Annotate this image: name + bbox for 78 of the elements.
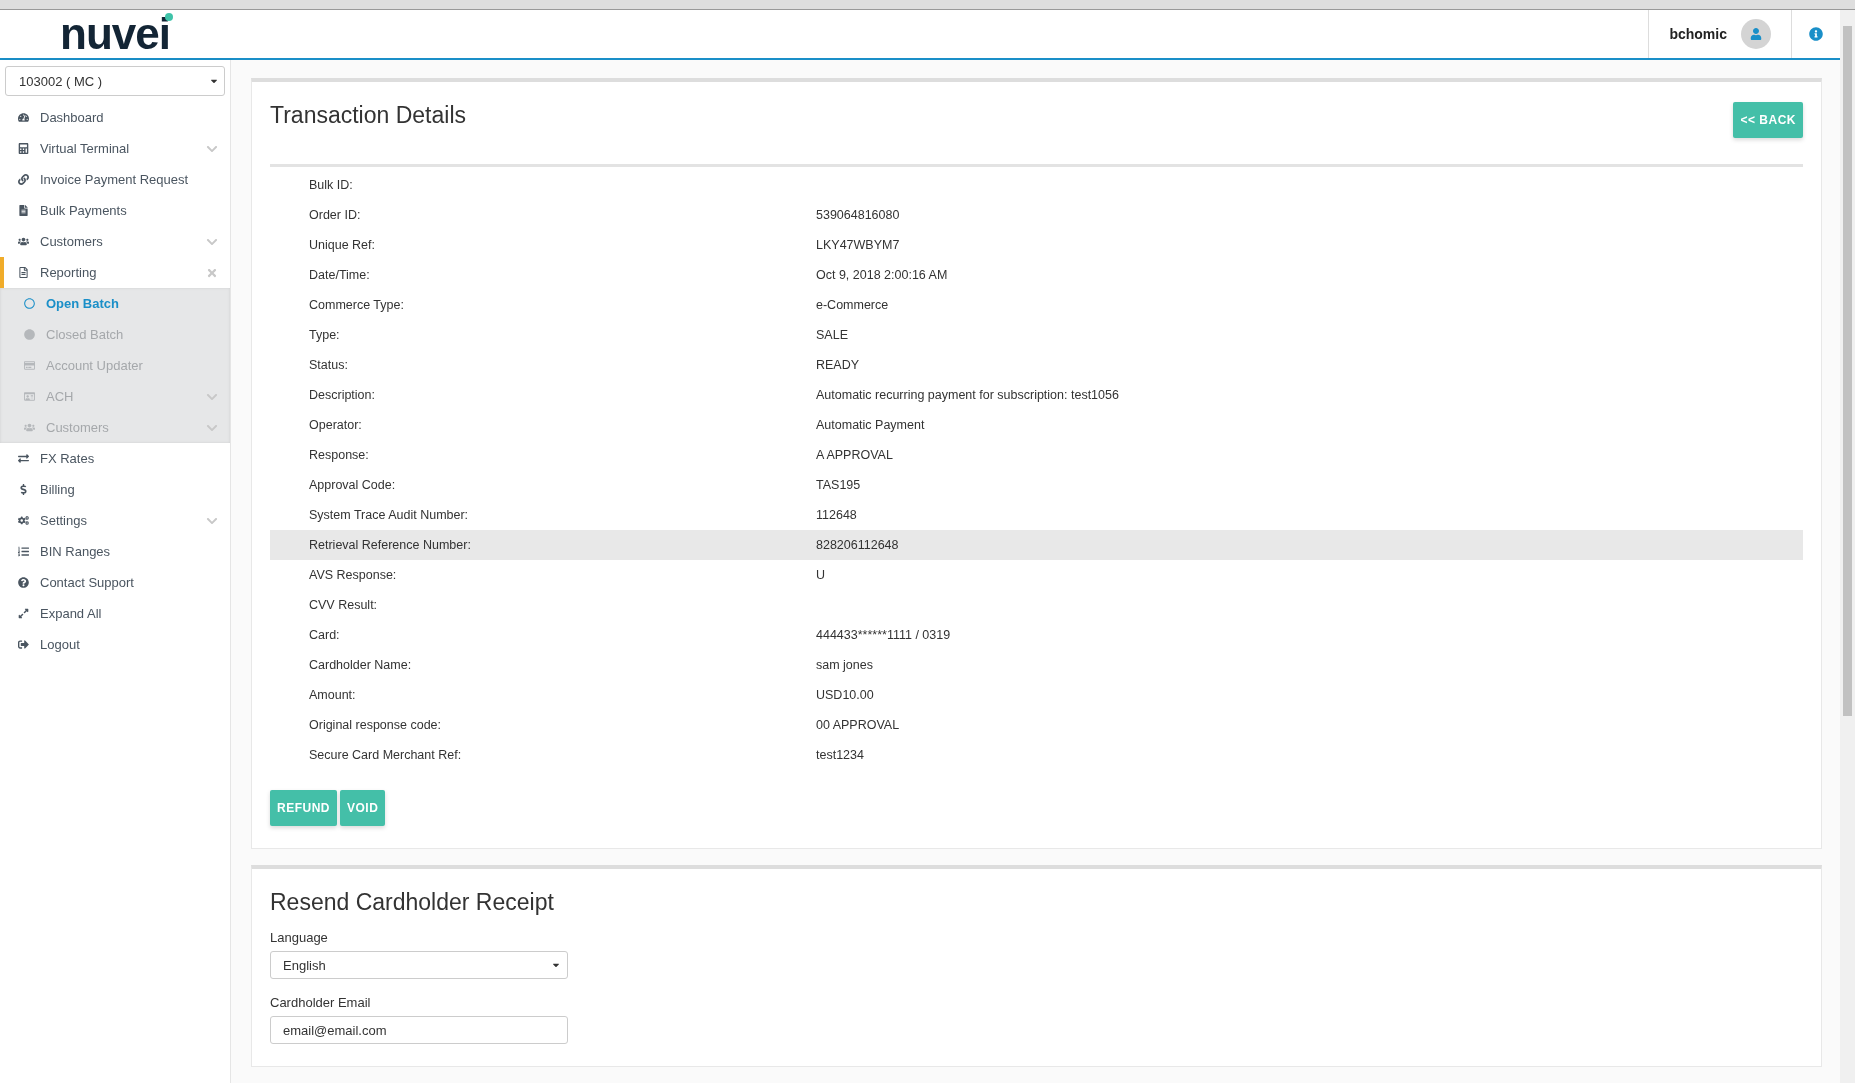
field-value: Automatic Payment: [816, 418, 925, 432]
email-field[interactable]: email@email.com: [270, 1016, 568, 1044]
field-label: Amount:: [308, 688, 357, 702]
field-value: e-Commerce: [816, 298, 889, 312]
list-icon: [16, 546, 30, 557]
info-icon[interactable]: [1809, 27, 1823, 41]
gears-icon: [16, 515, 30, 526]
field-value: 00 APPROVAL: [816, 718, 900, 732]
field-label: Approval Code:: [308, 478, 397, 492]
sidebar-item[interactable]: BIN Ranges: [0, 536, 230, 567]
field-value: 828206112648: [816, 538, 899, 552]
field-value: Automatic recurring payment for subscription: test1056: [816, 388, 1119, 402]
field-label: Cardholder Email: [270, 995, 372, 1010]
users-icon: [16, 236, 30, 247]
logout-icon: [16, 639, 30, 650]
sidebar-item[interactable]: Customers: [0, 226, 230, 257]
field-label: System Trace Audit Number:: [308, 508, 470, 522]
field-label: AVS Response:: [308, 568, 398, 582]
field-value: 444433******1111 / 0319: [816, 628, 951, 642]
field-label: Commerce Type:: [308, 298, 405, 312]
username[interactable]: bchomic: [1669, 26, 1727, 42]
field-label: Language: [270, 930, 329, 945]
field-label: Order ID:: [308, 208, 362, 222]
sidebar-item[interactable]: Contact Support: [0, 567, 230, 598]
field-value: LKY47WBYM7: [816, 238, 900, 252]
logo: nuvei: [0, 10, 230, 58]
field-value: 112648: [816, 508, 857, 522]
field-value: U: [816, 568, 826, 582]
field-label: Original response code:: [308, 718, 443, 732]
users-icon: [22, 422, 36, 433]
expand-icon: [16, 608, 30, 619]
field-value: Oct 9, 2018 2:00:16 AM: [816, 268, 948, 282]
document-icon: [16, 205, 30, 216]
highlighted-row[interactable]: Retrieval Reference Number: 828206112648: [270, 530, 1803, 560]
merchant-select[interactable]: 103002 ( MC ): [5, 66, 225, 96]
field-label: Description:: [308, 388, 376, 402]
sidebar-item[interactable]: Settings: [0, 505, 230, 536]
field-label: Unique Ref:: [308, 238, 376, 252]
field-label: Retrieval Reference Number:: [308, 538, 472, 552]
id-card-icon: [22, 391, 36, 402]
arrows-icon: [16, 453, 30, 464]
gauge-icon: [16, 112, 30, 123]
calculator-icon: [16, 143, 30, 154]
card-title: Resend Cardholder Receipt: [270, 889, 555, 916]
sidebar-item[interactable]: Expand All: [0, 598, 230, 629]
field-label: Bulk ID:: [308, 178, 354, 192]
scrollbar[interactable]: [1840, 10, 1855, 1083]
link-icon: [16, 174, 30, 185]
field-label: CVV Result:: [308, 598, 379, 612]
sidebar-item[interactable]: Bulk Payments: [0, 195, 230, 226]
field-label: Response:: [308, 448, 370, 462]
help-icon: [16, 577, 30, 588]
field-value: TAS195: [816, 478, 861, 492]
field-value: USD10.00: [816, 688, 874, 702]
user-avatar-icon[interactable]: [1741, 19, 1771, 49]
field-value: SALE: [816, 328, 848, 342]
sidebar-item[interactable]: Logout: [0, 629, 230, 660]
sidebar-item[interactable]: FX Rates: [0, 443, 230, 474]
sidebar-item[interactable]: Invoice Payment Request: [0, 164, 230, 195]
field-value: test1234: [816, 748, 864, 762]
sidebar-item[interactable]: Virtual Terminal: [0, 133, 230, 164]
field-label: Type:: [308, 328, 341, 342]
card-icon: [22, 360, 36, 371]
field-value: sam jones: [816, 658, 873, 672]
document-icon: [16, 267, 30, 278]
field-value: A APPROVAL: [816, 448, 893, 462]
field-label: Cardholder Name:: [308, 658, 413, 672]
field-value: 539064816080: [816, 208, 900, 222]
field-label: Date/Time:: [308, 268, 371, 282]
field-label: Secure Card Merchant Ref:: [308, 748, 463, 762]
sidebar-item[interactable]: Dashboard: [0, 102, 230, 133]
field-value: READY: [816, 358, 860, 372]
language-select[interactable]: English: [270, 951, 568, 979]
sidebar-item[interactable]: Billing: [0, 474, 230, 505]
field-label: Operator:: [308, 418, 363, 432]
card-title: Transaction Details: [270, 102, 466, 129]
field-label: Status:: [308, 358, 349, 372]
field-label: Card:: [308, 628, 341, 642]
